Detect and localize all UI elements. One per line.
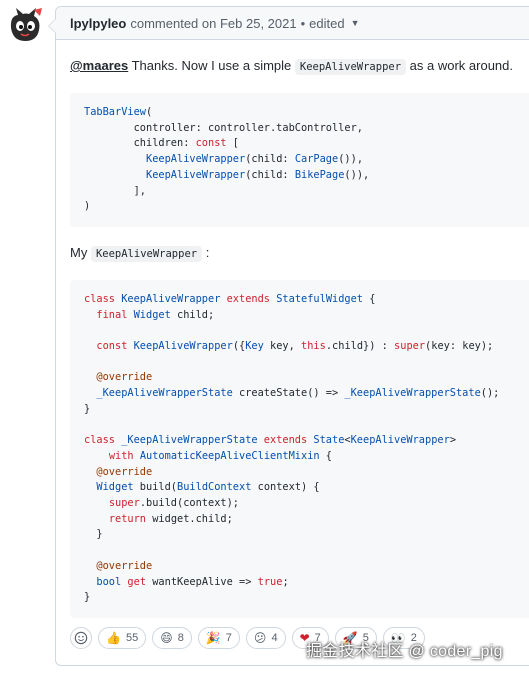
laugh-icon: 😄 xyxy=(160,631,173,645)
para2-colon: : xyxy=(202,244,210,260)
para1-text-a: Thanks. Now I use a simple xyxy=(128,58,295,73)
avatar[interactable] xyxy=(6,6,44,44)
reaction-thumbs-up[interactable]: 👍 55 xyxy=(98,627,147,649)
reaction-confused[interactable]: 😕 4 xyxy=(245,627,286,649)
chevron-down-icon[interactable]: ▼ xyxy=(351,18,360,28)
reaction-count: 55 xyxy=(125,632,139,644)
tada-icon: 🎉 xyxy=(205,631,221,645)
reaction-count: 4 xyxy=(271,632,278,644)
inline-code-2: KeepAliveWrapper xyxy=(90,245,203,262)
confused-icon: 😕 xyxy=(253,631,267,645)
code-block-1: TabBarView( controller: controller.tabCo… xyxy=(70,93,529,227)
smiley-icon xyxy=(74,631,88,645)
comment-paragraph-1: @maares Thanks. Now I use a simple KeepA… xyxy=(70,56,529,77)
header-separator: • xyxy=(300,15,306,31)
inline-code: KeepAliveWrapper xyxy=(294,59,407,75)
add-reaction-button[interactable] xyxy=(70,627,92,649)
edited-dropdown[interactable]: edited xyxy=(309,16,344,31)
reaction-count: 8 xyxy=(177,632,184,644)
comment-date[interactable]: Feb 25, 2021 xyxy=(220,16,297,31)
para1-text-b: as a work around. xyxy=(406,58,513,73)
author-link[interactable]: lpylpyleo xyxy=(70,16,126,31)
comment-paragraph-2: My KeepAliveWrapper : xyxy=(70,243,529,264)
thumbs-up-icon: 👍 xyxy=(106,631,121,645)
mention-link[interactable]: @maares xyxy=(70,58,128,73)
reaction-tada[interactable]: 🎉 7 xyxy=(197,627,240,649)
watermark: 掘金技术社区 @ coder_pig xyxy=(306,643,503,660)
reaction-count: 7 xyxy=(225,632,232,644)
comment-action: commented on xyxy=(130,15,217,31)
comment-body: @maares Thanks. Now I use a simple KeepA… xyxy=(56,56,529,618)
comment-box: lpylpyleo commented on Feb 25, 2021 • ed… xyxy=(48,6,529,666)
para2-text: My xyxy=(70,244,91,260)
code-block-2: class KeepAliveWrapper extends StatefulW… xyxy=(70,279,529,618)
comment-header: lpylpyleo commented on Feb 25, 2021 • ed… xyxy=(56,7,529,40)
reaction-laugh[interactable]: 😄 8 xyxy=(152,627,192,649)
